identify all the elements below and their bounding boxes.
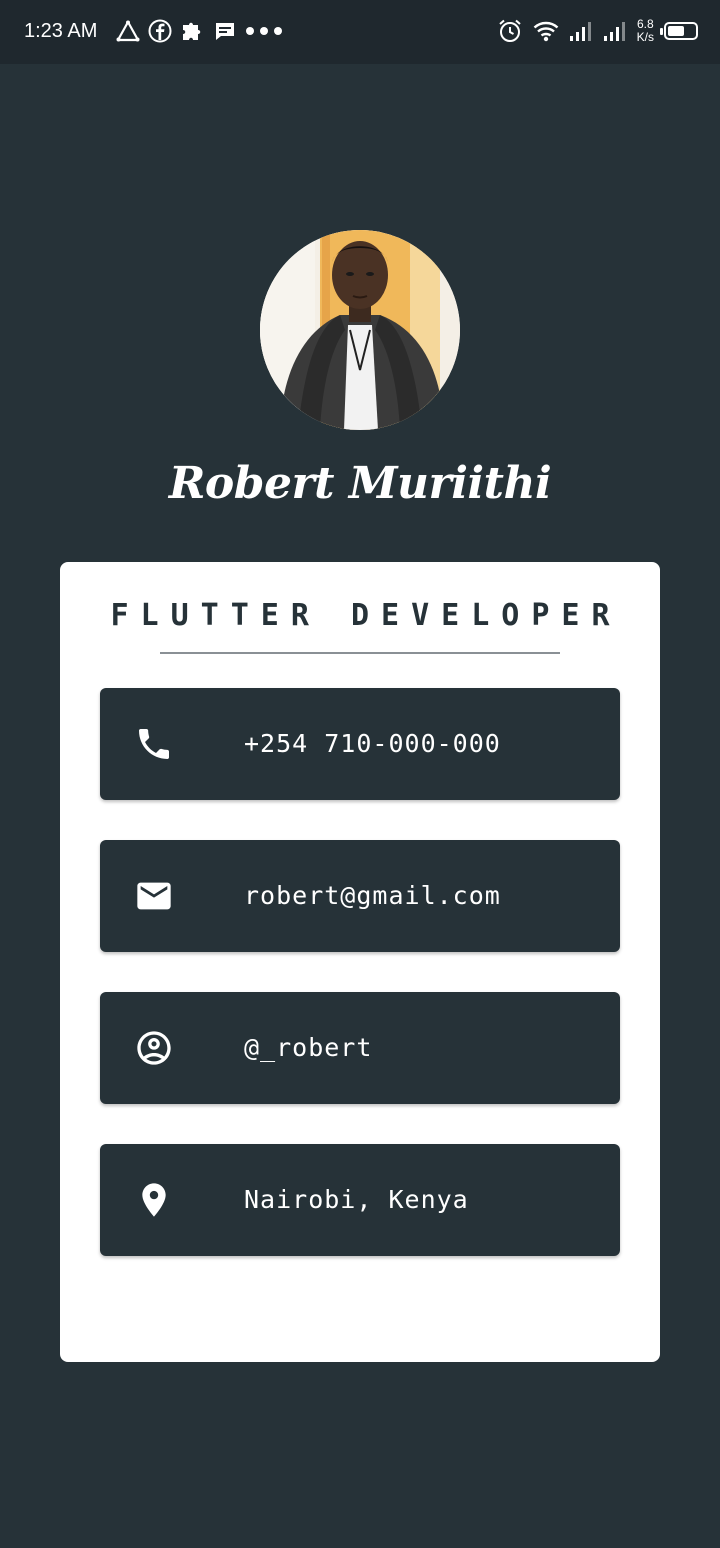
signal-icon [603,22,625,41]
email-icon [137,882,171,910]
job-title: FLUTTER DEVELOPER [110,598,622,633]
contact-handle-text: @_robert [244,1033,373,1062]
contact-location-tile[interactable]: Nairobi, Kenya [100,1144,620,1256]
phone-icon [139,729,169,759]
contact-handle-tile[interactable]: @_robert [100,992,620,1104]
notification-triangle-icon [116,20,140,42]
message-icon [216,23,234,40]
divider [160,652,560,654]
status-time: 1:23 AM [24,20,98,42]
contact-phone-tile[interactable]: +254 710-000-000 [100,688,620,800]
status-notification-icons [116,19,284,43]
contact-location-text: Nairobi, Kenya [244,1185,469,1214]
contact-phone-text: +254 710-000-000 [244,729,501,758]
avatar [260,230,460,430]
contact-email-tile[interactable]: robert@gmail.com [100,840,620,952]
puzzle-icon [183,22,201,40]
alarm-icon [498,19,521,42]
network-speed-unit: K/s [636,30,654,44]
profile-photo [260,230,460,430]
profile-name: Robert Muriithi [168,458,552,509]
location-pin-icon [142,1183,166,1217]
facebook-icon [148,19,172,43]
battery-level [668,26,684,36]
network-speed: 6.8 K/s [637,18,654,44]
wifi-icon [533,21,558,42]
profile-card: FLUTTER DEVELOPER +254 710-000-000 rober… [60,562,660,1362]
account-circle-icon [137,1031,171,1065]
status-system-icons: 6.8 K/s [497,18,698,44]
more-dots-icon [246,27,282,35]
signal-icon [569,22,591,41]
status-bar: 1:23 AM 6.8 K/s [0,0,720,64]
battery-icon [660,22,698,40]
contact-email-text: robert@gmail.com [244,881,501,910]
